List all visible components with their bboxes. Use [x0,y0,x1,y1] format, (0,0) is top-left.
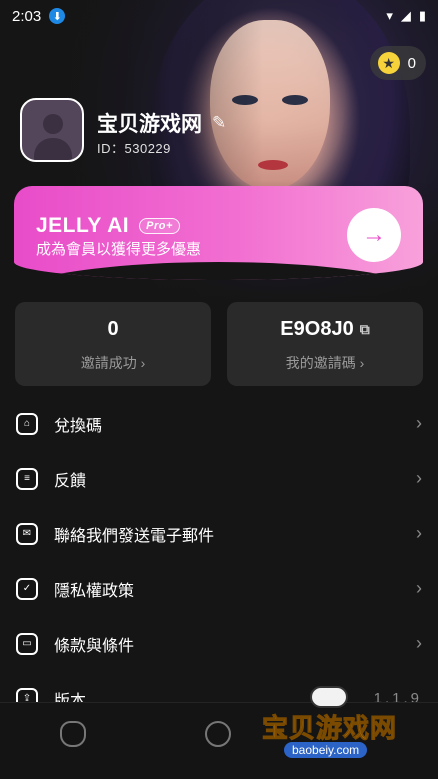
avatar[interactable] [20,98,84,162]
nav-home-icon[interactable] [60,721,86,747]
avatar-body [34,138,72,160]
star-coin-icon: ★ [377,52,400,74]
settings-menu: ⌂ 兌換碼 › ≡ 反饋 › ✉ 聯絡我們發送電子郵件 › ✓ 隱私權政策 › … [0,396,438,726]
invite-code-row: E9O8J0 ⧉ [227,318,423,341]
status-time: 2:03 [12,7,42,25]
menu-item-privacy-policy[interactable]: ✓ 隱私權政策 › [0,561,438,616]
status-icons: ▾ ◢ ▮ [386,8,426,24]
invite-code-label-row: 我的邀請碼 › [227,353,423,373]
invite-code-card[interactable]: E9O8J0 ⧉ 我的邀請碼 › [227,302,423,386]
chevron-right-icon: › [416,523,422,543]
watermark-logo: 宝贝游戏网 baobeiy.com [261,686,412,766]
pro-badge: Pro+ [139,218,180,234]
watermark-brand: 宝贝游戏网 [261,713,398,744]
promo-title-row: JELLY AI Pro+ [36,214,180,238]
chevron-right-icon: › [140,355,146,371]
menu-item-contact-email[interactable]: ✉ 聯絡我們發送電子郵件 › [0,506,438,561]
chevron-right-icon: › [359,355,365,371]
invites-card[interactable]: 0 邀請成功 › [15,302,211,386]
menu-item-label: 兌換碼 [54,417,103,435]
menu-item-label: 條款與條件 [54,637,135,655]
chevron-right-icon: › [416,633,422,653]
user-id-value: 530229 [124,141,171,156]
shield-check-icon: ✓ [16,577,38,600]
signal-icon: ◢ [400,8,411,23]
gamepad-logo-icon [310,686,348,708]
gamepad-icon: ⌂ [16,412,38,435]
invites-label-row: 邀請成功 › [15,353,211,373]
menu-item-terms[interactable]: ▭ 條款與條件 › [0,616,438,671]
download-icon: ⬇ [49,8,66,24]
username-row: 宝贝游戏网 ✎ [97,108,226,138]
edit-icon[interactable]: ✎ [212,113,226,133]
chevron-right-icon: › [416,578,422,598]
username: 宝贝游戏网 [97,113,202,136]
feedback-icon: ≡ [16,467,38,490]
arrow-right-button[interactable]: → [347,208,401,262]
invite-code: E9O8J0 [280,318,354,340]
menu-item-label: 隱私權政策 [54,582,135,600]
promo-title: JELLY AI [36,214,130,237]
invite-code-label: 我的邀請碼 [285,355,356,371]
menu-item-feedback[interactable]: ≡ 反饋 › [0,451,438,506]
user-id: ID：530229 [97,138,171,157]
membership-promo-card[interactable]: JELLY AI Pro+ 成為會員以獲得更多優惠 → [14,186,423,280]
wifi-icon: ▾ [386,8,393,23]
watermark-site: baobeiy.com [284,742,368,758]
invites-label: 邀請成功 [80,355,137,371]
document-icon: ▭ [16,632,38,655]
copy-icon[interactable]: ⧉ [360,321,370,338]
nav-chat-icon[interactable] [205,721,231,747]
status-bar: 2:03 ⬇ ▾ ◢ ▮ [0,0,438,32]
coin-balance-button[interactable]: ★ 0 [369,46,426,80]
mail-icon: ✉ [16,522,38,545]
avatar-head [43,114,63,134]
menu-item-label: 反饋 [54,472,87,490]
promo-subtitle: 成為會員以獲得更多優惠 [36,241,202,258]
invites-count: 0 [107,318,119,340]
battery-icon: ▮ [418,8,426,23]
menu-item-redeem-code[interactable]: ⌂ 兌換碼 › [0,396,438,451]
chevron-right-icon: › [416,413,422,433]
chevron-right-icon: › [416,468,422,488]
user-id-label: ID： [97,141,125,156]
coin-count: 0 [407,54,416,72]
menu-item-label: 聯絡我們發送電子郵件 [54,527,215,545]
